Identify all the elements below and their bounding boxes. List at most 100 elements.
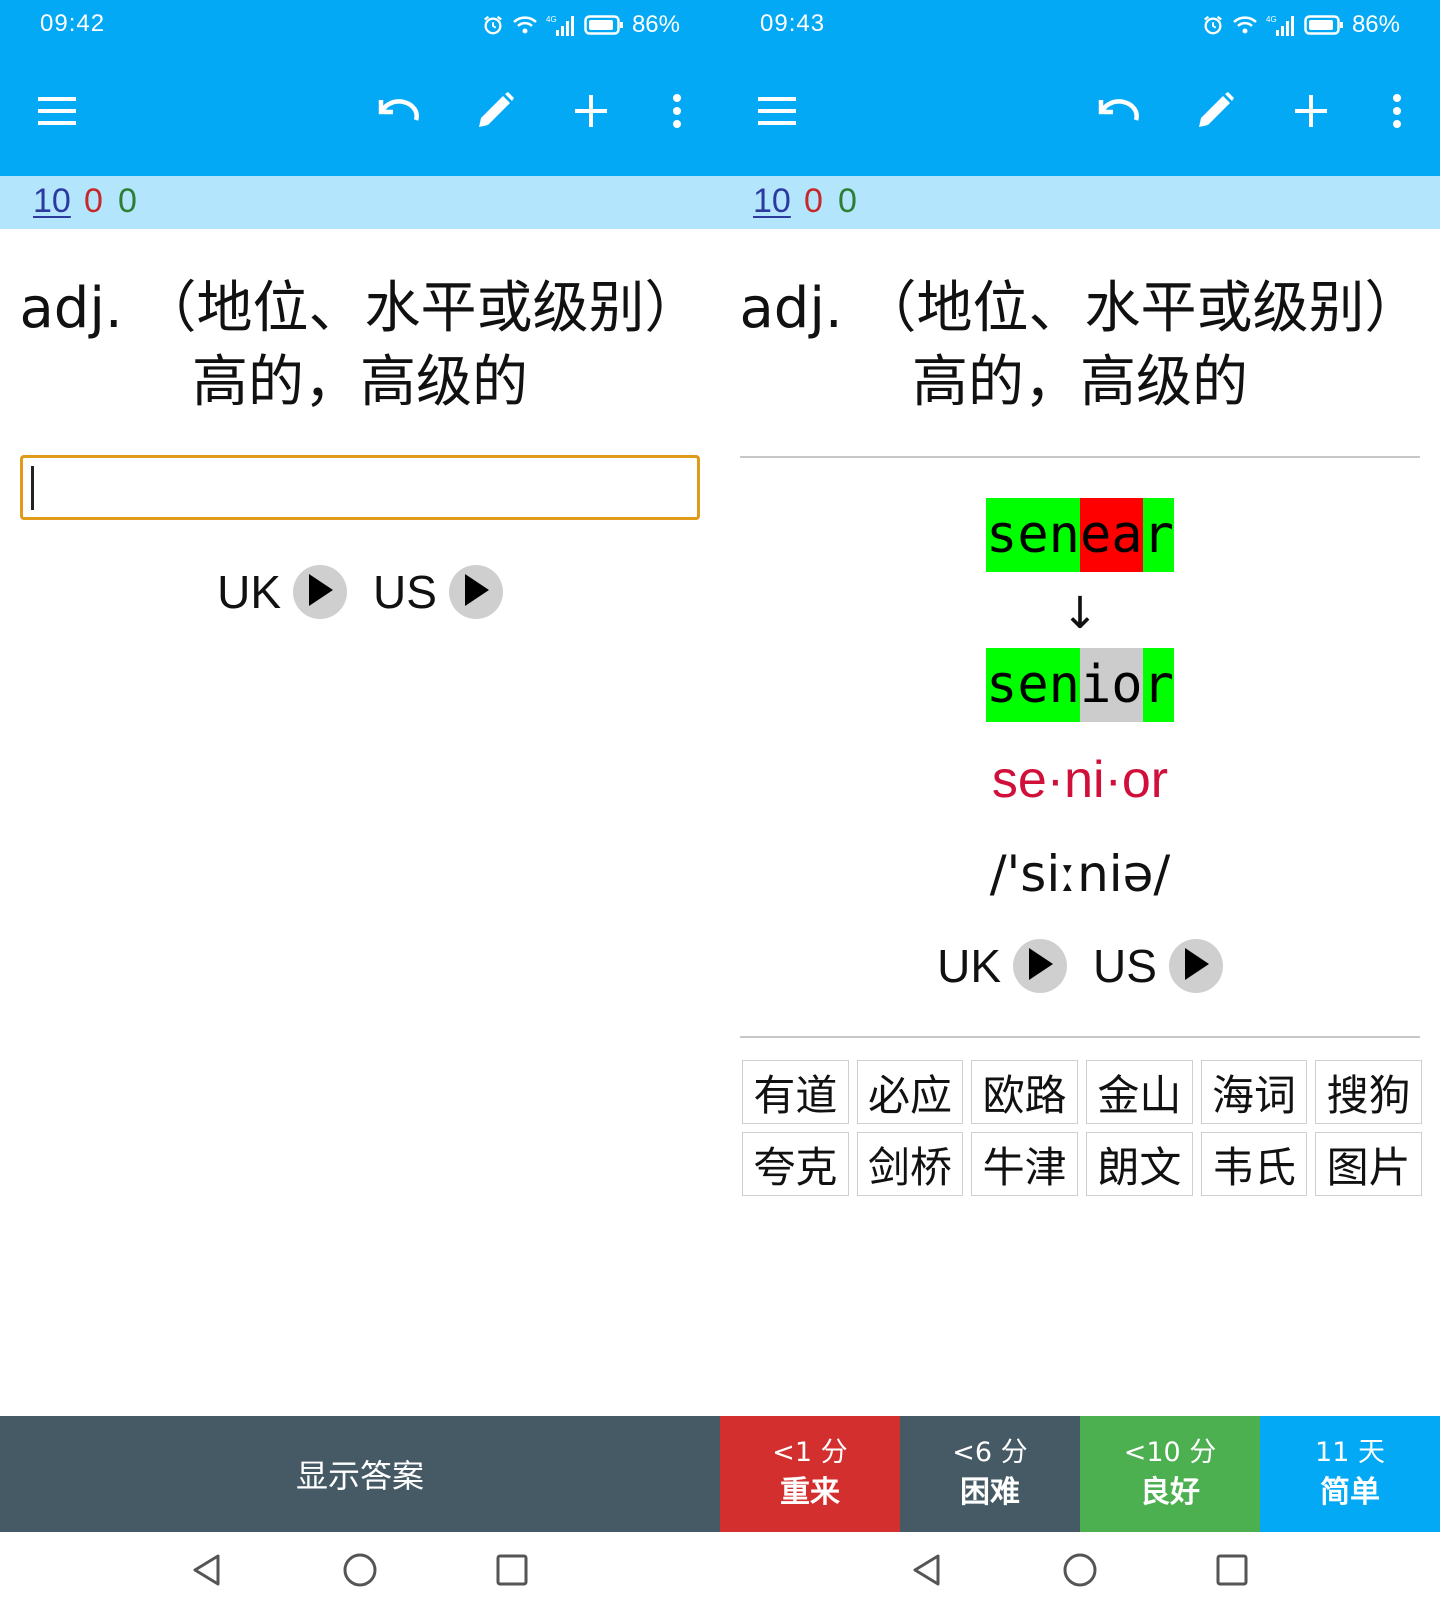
us-audio-group: US [373, 565, 503, 619]
text-caret [31, 466, 34, 510]
question-line-1: adj. （地位、水平或级别） [19, 276, 701, 341]
status-bar: 09:42 4G 86% [0, 0, 720, 50]
typed-word: sen ea r [986, 498, 1174, 572]
answer-divider [740, 456, 1420, 458]
uk-label: UK [217, 566, 281, 618]
dict-youdao-button[interactable]: 有道 [742, 1060, 849, 1124]
dict-cambridge-button[interactable]: 剑桥 [856, 1132, 964, 1196]
show-answer-button[interactable]: 显示答案 [0, 1416, 720, 1532]
menu-button[interactable] [750, 86, 804, 140]
battery-percent: 86% [631, 11, 680, 38]
ease-again-button[interactable]: <1 分 重来 [720, 1416, 900, 1532]
new-count[interactable]: 10 [753, 182, 791, 221]
status-time: 09:42 [40, 10, 106, 37]
nav-home-button[interactable] [1056, 1548, 1104, 1596]
status-bar: 09:43 4G 86% [720, 0, 1440, 50]
review-screen-answer: 09:43 4G 86% 10 0 0 adj. （地位、水平或级别） 高的，高… [720, 0, 1440, 1612]
dict-webster-button[interactable]: 韦氏 [1200, 1132, 1308, 1196]
app-toolbar [720, 50, 1440, 176]
dict-bing-button[interactable]: 必应 [856, 1060, 964, 1124]
dict-eudic-button[interactable]: 欧路 [971, 1060, 1078, 1124]
ease-label: 困难 [960, 1475, 1020, 1510]
add-icon [1295, 95, 1327, 131]
review-count: 0 [838, 182, 857, 220]
dict-images-button[interactable]: 图片 [1315, 1132, 1422, 1196]
status-indicators: 4G 86% [1202, 10, 1400, 40]
play-icon [461, 572, 491, 612]
diff-segment-correct: r [1142, 498, 1174, 572]
ease-interval: <1 分 [772, 1437, 848, 1468]
undo-button[interactable] [372, 86, 426, 140]
add-button[interactable] [564, 86, 618, 140]
dictionary-links: 有道 必应 欧路 金山 海词 搜狗 夸克 剑桥 牛津 朗文 韦氏 图片 [742, 1060, 1422, 1196]
wifi-icon [1232, 14, 1258, 36]
menu-button[interactable] [30, 86, 84, 140]
dict-oxford-button[interactable]: 牛津 [971, 1132, 1078, 1196]
undo-button[interactable] [1092, 86, 1146, 140]
card-question: adj. （地位、水平或级别） 高的，高级的 [720, 272, 1440, 420]
more-vertical-icon [1392, 94, 1402, 132]
back-triangle-icon [911, 1553, 941, 1591]
diff-segment-correct: r [1142, 648, 1174, 722]
diff-arrow: ↓ [1061, 588, 1099, 639]
diff-segment-missing: io [1079, 648, 1143, 722]
review-screen-question: 09:42 4G 86% 10 0 0 adj. （地位、水平或级别） 高的，高… [0, 0, 720, 1612]
us-play-button[interactable] [1168, 939, 1223, 993]
more-options-button[interactable] [1370, 86, 1424, 140]
diff-segment-correct: sen [986, 648, 1080, 722]
ease-label: 简单 [1320, 1475, 1380, 1510]
diff-segment-correct: sen [986, 498, 1080, 572]
us-label: US [1093, 940, 1157, 992]
app-toolbar [0, 50, 720, 176]
typed-answer-diff: sen ea r [720, 498, 1440, 572]
dict-sogou-button[interactable]: 搜狗 [1315, 1060, 1422, 1124]
system-nav-bar [720, 1532, 1440, 1612]
edit-button[interactable] [468, 86, 522, 140]
ease-interval: <6 分 [952, 1437, 1028, 1468]
svg-text:4G: 4G [1266, 15, 1277, 24]
home-circle-icon [342, 1552, 378, 1592]
uk-play-button[interactable] [293, 565, 347, 619]
question-line-2: 高的，高级的 [912, 350, 1248, 415]
undo-icon [377, 96, 421, 130]
recents-square-icon [1216, 1554, 1248, 1590]
system-nav-bar [0, 1532, 720, 1612]
nav-back-button[interactable] [902, 1548, 950, 1596]
ease-easy-button[interactable]: 11 天 简单 [1260, 1416, 1440, 1532]
status-time: 09:43 [760, 10, 826, 37]
uk-audio-group: UK [937, 939, 1067, 993]
nav-recents-button[interactable] [488, 1548, 536, 1596]
dict-longman-button[interactable]: 朗文 [1085, 1132, 1193, 1196]
ease-label: 良好 [1140, 1475, 1200, 1510]
ipa-pronunciation: /'siːniə/ [989, 845, 1171, 903]
add-button[interactable] [1284, 86, 1338, 140]
more-options-button[interactable] [650, 86, 704, 140]
ease-interval: <10 分 [1123, 1437, 1217, 1468]
edit-button[interactable] [1188, 86, 1242, 140]
status-indicators: 4G 86% [482, 10, 680, 40]
dict-dictcn-button[interactable]: 海词 [1200, 1060, 1308, 1124]
ease-hard-button[interactable]: <6 分 困难 [900, 1416, 1080, 1532]
dictionary-divider [740, 1036, 1420, 1038]
card-counts-bar: 10 0 0 [0, 176, 720, 229]
play-icon [1025, 946, 1055, 986]
nav-back-button[interactable] [182, 1548, 230, 1596]
ease-good-button[interactable]: <10 分 良好 [1080, 1416, 1260, 1532]
pronunciation-row: UK US [720, 936, 1440, 996]
recents-square-icon [496, 1554, 528, 1590]
dict-iciba-button[interactable]: 金山 [1085, 1060, 1193, 1124]
nav-recents-button[interactable] [1208, 1548, 1256, 1596]
review-count: 0 [118, 182, 137, 220]
more-vertical-icon [672, 94, 682, 132]
edit-pencil-icon [1195, 91, 1235, 135]
question-line-2: 高的，高级的 [192, 350, 528, 415]
us-play-button[interactable] [448, 565, 503, 619]
us-audio-group: US [1093, 939, 1223, 993]
uk-audio-group: UK [217, 565, 347, 619]
nav-home-button[interactable] [336, 1548, 384, 1596]
new-count[interactable]: 10 [33, 182, 71, 221]
dict-quark-button[interactable]: 夸克 [742, 1132, 849, 1196]
type-answer-input[interactable] [20, 455, 700, 520]
us-label: US [373, 566, 437, 618]
uk-play-button[interactable] [1013, 939, 1067, 993]
